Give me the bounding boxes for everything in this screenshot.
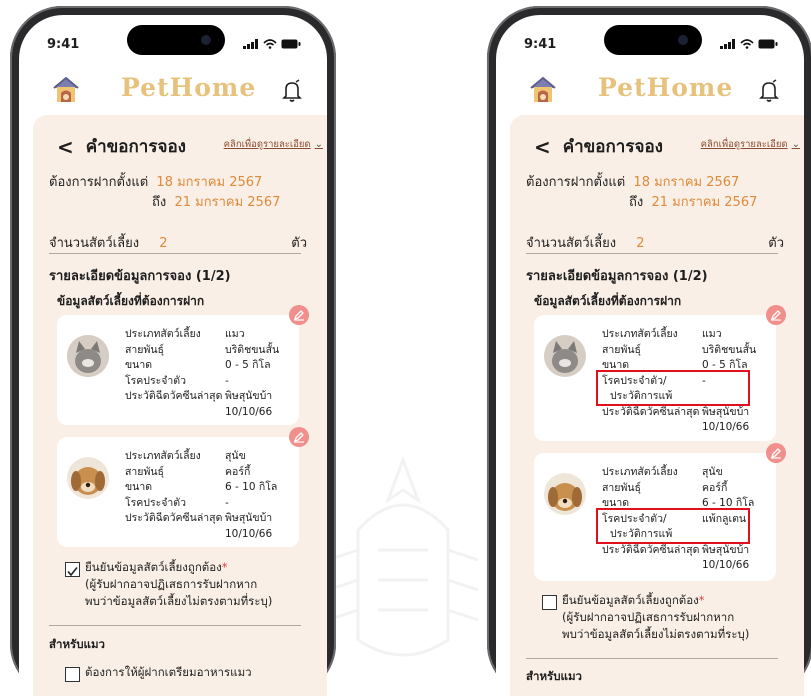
edit-pencil-icon[interactable] — [766, 305, 786, 325]
chevron-down-icon: ⌄ — [314, 139, 323, 150]
phone-right: 9:41 PetHome < คำขอการจอง คลิกเพื่อดูราย… — [487, 6, 811, 696]
pet-info: ประเภทสัตว์เลี้ยง แมว สายพันธุ์ บริติชขนสั… — [125, 328, 280, 418]
signal-icon — [720, 39, 735, 49]
booking-request-panel: < คำขอการจอง คลิกเพื่อดูรายละเอียด ⌄ ต้อง… — [33, 115, 327, 696]
brand-name: PetHome — [121, 73, 257, 102]
highlight-box — [596, 370, 750, 406]
app-bar: PetHome — [496, 63, 804, 119]
food-option-checkbox[interactable] — [65, 667, 80, 682]
confirm-text: ยืนยันข้อมูลสัตว์เลี้ยงถูกต้อง* (ผู้รับฝ… — [85, 560, 273, 608]
phone-left: 9:41 PetHome < คำขอการจอง คลิกเพื่อดูราย… — [10, 6, 336, 696]
booking-detail-title: รายละเอียดข้อมูลการจอง (1/2) — [526, 269, 708, 284]
dynamic-island — [604, 25, 702, 55]
brand-name: PetHome — [598, 73, 734, 102]
status-time: 9:41 — [47, 37, 80, 52]
cat-photo-icon — [544, 335, 586, 377]
date-from-row: ต้องการฝากตั้งแต่ 18 มกราคม 2567 — [49, 175, 263, 190]
pet-count-row: จำนวนสัตว์เลี้ยง 2 ตัว — [526, 236, 784, 251]
divider — [526, 658, 778, 659]
wifi-icon — [263, 39, 277, 49]
dog-photo-icon — [544, 473, 586, 515]
divider — [526, 253, 778, 254]
signal-icon — [243, 39, 258, 49]
pet-house-logo-icon[interactable] — [528, 75, 558, 105]
divider — [49, 253, 301, 254]
highlight-box — [596, 508, 750, 544]
pet-count-row: จำนวนสัตว์เลี้ยง 2 ตัว — [49, 236, 307, 251]
wifi-icon — [740, 39, 754, 49]
page-title: คำขอการจอง — [562, 137, 663, 157]
pet-house-logo-icon[interactable] — [51, 75, 81, 105]
screen-left: 9:41 PetHome < คำขอการจอง คลิกเพื่อดูราย… — [19, 15, 327, 696]
pets-title: ข้อมูลสัตว์เลี้ยงที่ต้องการฝาก — [57, 294, 205, 308]
pets-title: ข้อมูลสัตว์เลี้ยงที่ต้องการฝาก — [534, 294, 682, 308]
divider — [49, 625, 301, 626]
screen-right: 9:41 PetHome < คำขอการจอง คลิกเพื่อดูราย… — [496, 15, 804, 696]
check-icon — [67, 567, 78, 577]
back-chevron-icon[interactable]: < — [57, 135, 74, 159]
pet-card-dog: ประเภทสัตว์เลี้ยง สุนัข สายพันธุ์ คอร์กี้ … — [57, 437, 299, 547]
edit-pencil-icon[interactable] — [289, 427, 309, 447]
battery-icon — [281, 39, 301, 49]
cat-section-title: สำหรับแมว — [526, 669, 582, 683]
view-detail-link[interactable]: คลิกเพื่อดูรายละเอียด ⌄ — [701, 137, 800, 152]
chevron-down-icon: ⌄ — [791, 139, 800, 150]
page-title: คำขอการจอง — [85, 137, 186, 157]
system-icons — [243, 39, 301, 49]
date-to-row: ถึง 21 มกราคม 2567 — [152, 195, 281, 210]
confirm-checkbox[interactable] — [65, 562, 80, 577]
dog-photo-icon — [67, 457, 109, 499]
cat-section-title: สำหรับแมว — [49, 637, 105, 651]
confirm-checkbox[interactable] — [542, 595, 557, 610]
food-option-label: ต้องการให้ผู้ฝากเตรียมอาหารแมว — [85, 665, 252, 679]
status-time: 9:41 — [524, 37, 557, 52]
app-bar: PetHome — [19, 63, 327, 119]
booking-request-panel: < คำขอการจอง คลิกเพื่อดูรายละเอียด ⌄ ต้อง… — [510, 115, 804, 696]
date-from-row: ต้องการฝากตั้งแต่ 18 มกราคม 2567 — [526, 175, 740, 190]
edit-pencil-icon[interactable] — [766, 443, 786, 463]
cat-photo-icon — [67, 335, 109, 377]
status-bar: 9:41 — [496, 15, 804, 55]
back-chevron-icon[interactable]: < — [534, 135, 551, 159]
notification-bell-icon[interactable] — [281, 79, 303, 103]
page-header: < คำขอการจอง — [57, 133, 186, 160]
system-icons — [720, 39, 778, 49]
pet-card-cat: ประเภทสัตว์เลี้ยง แมว สายพันธุ์ บริติชขนสั… — [57, 315, 299, 425]
view-detail-link[interactable]: คลิกเพื่อดูรายละเอียด ⌄ — [224, 137, 323, 152]
booking-detail-title: รายละเอียดข้อมูลการจอง (1/2) — [49, 269, 231, 284]
battery-icon — [758, 39, 778, 49]
pet-info: ประเภทสัตว์เลี้ยง สุนัข สายพันธุ์ คอร์กี้ … — [125, 450, 278, 540]
dynamic-island — [127, 25, 225, 55]
edit-pencil-icon[interactable] — [289, 305, 309, 325]
confirm-text: ยืนยันข้อมูลสัตว์เลี้ยงถูกต้อง* (ผู้รับฝ… — [562, 593, 750, 641]
status-bar: 9:41 — [19, 15, 327, 55]
date-to-row: ถึง 21 มกราคม 2567 — [629, 195, 758, 210]
notification-bell-icon[interactable] — [758, 79, 780, 103]
page-header: < คำขอการจอง — [534, 133, 663, 160]
